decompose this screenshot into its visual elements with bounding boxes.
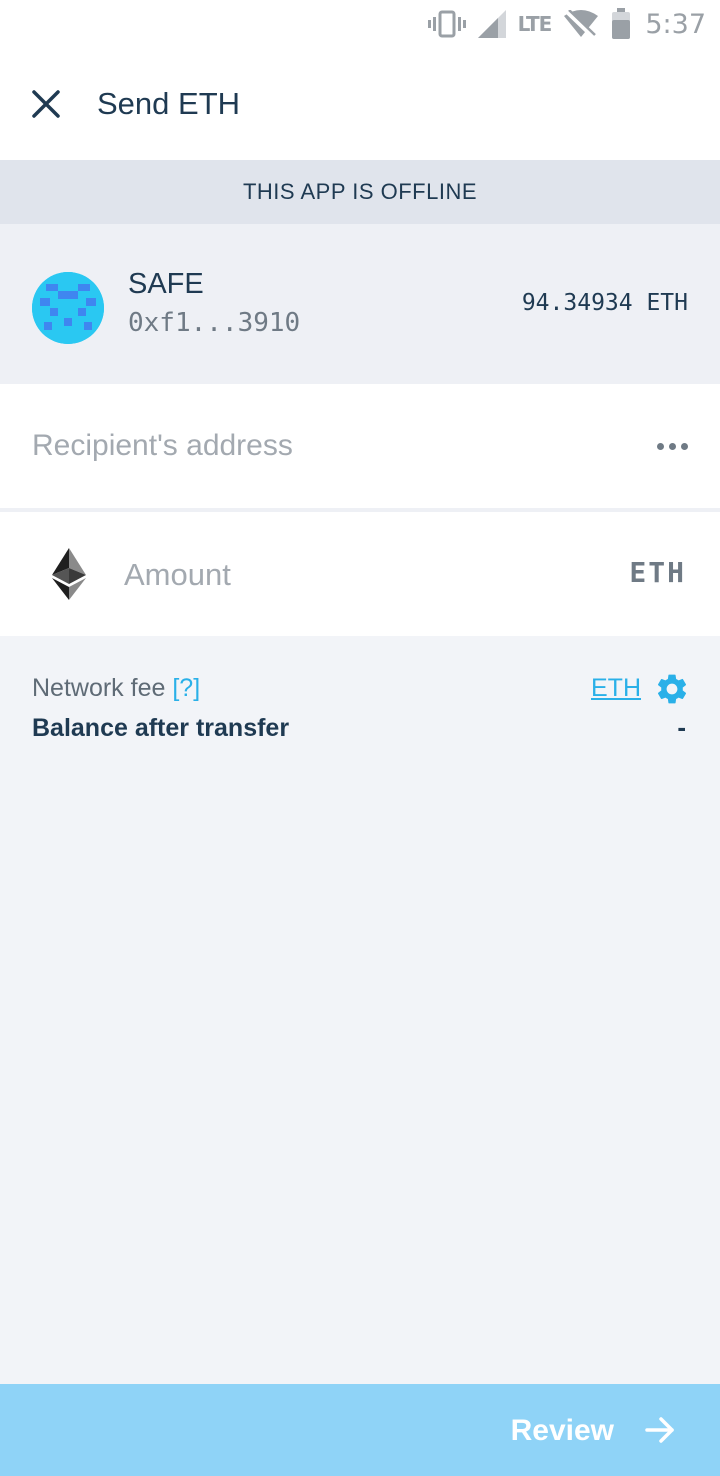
status-bar: LTE 5:37 [0,0,720,48]
balance-after-transfer-label: Balance after transfer [32,714,290,742]
amount-unit: ETH [629,556,686,589]
arrow-right-icon [645,1417,674,1443]
account-name: SAFE [128,268,204,300]
account-address: 0xf1...3910 [128,308,301,338]
status-icons: LTE 5:37 [427,6,706,42]
recipient-address-input[interactable] [32,424,592,468]
close-icon [32,90,60,118]
review-button-label: Review [510,1414,614,1447]
more-horizontal-icon-dot [680,442,688,450]
fee-help-link[interactable]: [?] [172,674,200,702]
gear-icon[interactable] [654,671,690,707]
more-horizontal-icon-dot [668,442,676,450]
header: Send ETH [0,48,720,160]
avatar [32,272,104,344]
clock: 5:37 [645,8,706,40]
ethereum-icon [52,548,86,600]
identicon [32,272,104,344]
close-button[interactable] [24,82,68,126]
network-fee-value-link[interactable]: ETH [591,674,641,703]
network-type-label: LTE [517,12,553,36]
review-button[interactable]: Review [0,1384,720,1476]
network-fee-label: Network fee [?] [32,674,200,703]
balance-after-transfer-value: - [677,712,686,742]
battery-icon [612,8,631,39]
amount-input[interactable] [124,552,564,598]
more-options-button[interactable] [650,428,694,464]
wifi-off-icon [564,10,599,38]
offline-banner: THIS APP IS OFFLINE [0,160,720,224]
signal-icon [477,10,506,38]
vibrate-icon [427,10,466,38]
page-title: Send ETH [97,86,241,121]
recipient-row [0,384,720,508]
account-card: SAFE 0xf1...3910 94.34934 ETH [0,224,720,384]
network-fee-text: Network fee [32,674,173,702]
amount-row: ETH [0,512,720,636]
account-balance: 94.34934 ETH [521,290,688,316]
more-horizontal-icon [656,442,664,450]
